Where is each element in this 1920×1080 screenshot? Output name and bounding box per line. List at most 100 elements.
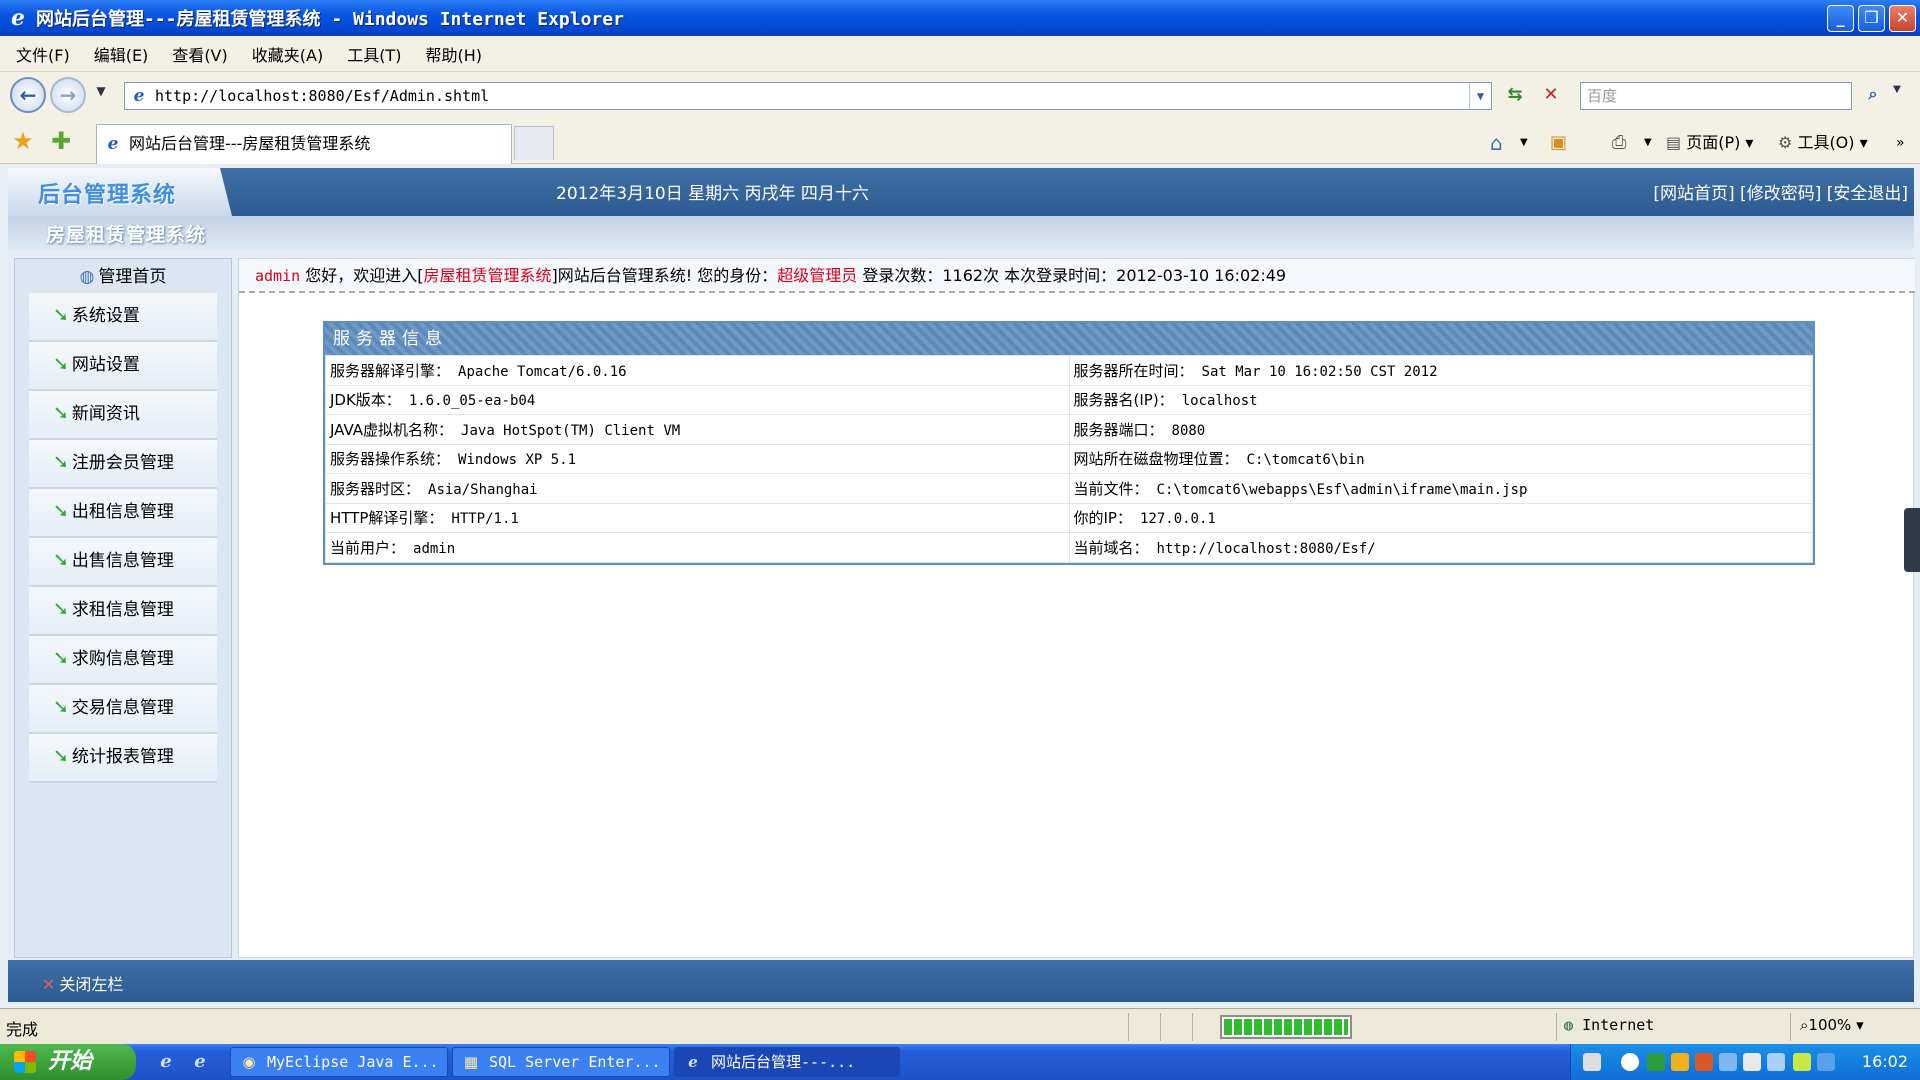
sidebar-item-news[interactable]: ➘ 新闻资讯: [29, 391, 217, 440]
date-display: 2012年3月10日 星期六 丙戌年 四月十六: [556, 184, 869, 204]
sidebar-item-reports[interactable]: ➘ 统计报表管理: [29, 734, 217, 783]
tray-shield-icon[interactable]: [1817, 1053, 1835, 1071]
tray-app1-icon[interactable]: [1647, 1053, 1665, 1071]
tab-title: 网站后台管理---房屋租赁管理系统: [129, 134, 371, 153]
myeclipse-icon: ◉: [242, 1053, 256, 1071]
bottom-bar: ✕ 关闭左栏: [8, 960, 1914, 1002]
sidebar-item-rent-out[interactable]: ➘ 出租信息管理: [29, 489, 217, 538]
add-favorites-icon[interactable]: ✚: [48, 128, 74, 154]
tab-bar: ★ ✚ e 网站后台管理---房屋租赁管理系统 ⌂ ▼ ▣ ⎙ ▼ ▤ 页面(P…: [0, 120, 1920, 164]
start-button[interactable]: 开始: [0, 1044, 136, 1080]
more-commands-icon[interactable]: »: [1896, 130, 1905, 156]
task-myeclipse[interactable]: ◉ MyEclipse Java E...: [230, 1047, 448, 1077]
page-menu[interactable]: ▤ 页面(P) ▾: [1666, 130, 1753, 156]
info-label: JDK版本：: [330, 391, 401, 410]
info-label: 当前用户：: [330, 538, 406, 557]
sidebar-item-site-settings[interactable]: ➘ 网站设置: [29, 342, 217, 391]
close-icon: ✕: [42, 975, 56, 994]
sidebar-item-seek-buy[interactable]: ➘ 求购信息管理: [29, 636, 217, 685]
table-cell: 网站所在磁盘物理位置： C:\tomcat6\bin: [1068, 443, 1813, 474]
arrow-icon: ➘: [53, 451, 69, 473]
home-icon[interactable]: ⌂: [1490, 130, 1503, 156]
side-panel-toggle[interactable]: [1904, 508, 1920, 572]
feeds-icon[interactable]: ▣: [1550, 130, 1567, 156]
table-cell: 服务器所在时间： Sat Mar 10 16:02:50 CST 2012: [1068, 355, 1813, 386]
progress-bar: [1220, 1015, 1352, 1039]
menu-edit[interactable]: 编辑(E): [94, 42, 149, 66]
sidebar-item-sale[interactable]: ➘ 出售信息管理: [29, 538, 217, 587]
welcome-text-2: ]网站后台管理系统! 您的身份：: [551, 266, 778, 285]
favorites-star-icon[interactable]: ★: [10, 128, 36, 154]
address-input[interactable]: e http://localhost:8080/Esf/Admin.shtml …: [124, 82, 1492, 110]
close-button[interactable]: ✕: [1889, 5, 1916, 32]
task-label: 网站后台管理---...: [711, 1053, 856, 1071]
stop-icon[interactable]: ✕: [1538, 84, 1564, 110]
table-cell: 服务器名(IP)： localhost: [1068, 384, 1813, 415]
sidebar-item-seek-rent[interactable]: ➘ 求租信息管理: [29, 587, 217, 636]
sidebar-item-members[interactable]: ➘ 注册会员管理: [29, 440, 217, 489]
info-value: http://localhost:8080/Esf/: [1156, 540, 1376, 557]
menu-file[interactable]: 文件(F): [16, 42, 70, 66]
task-sqlserver[interactable]: ▦ SQL Server Enter...: [452, 1047, 670, 1077]
welcome-bar: admin 您好，欢迎进入[房屋租赁管理系统]网站后台管理系统! 您的身份：超级…: [239, 259, 1915, 293]
info-label: 服务器操作系统：: [330, 450, 451, 469]
print-icon[interactable]: ⎙: [1612, 130, 1626, 156]
info-label: 服务器所在时间：: [1073, 361, 1194, 380]
tray-arrow-icon[interactable]: [1621, 1053, 1639, 1071]
tools-menu[interactable]: ⚙ 工具(O) ▾: [1778, 130, 1868, 156]
sidebar-item-transactions[interactable]: ➘ 交易信息管理: [29, 685, 217, 734]
security-zone[interactable]: ◍ Internet: [1564, 1016, 1654, 1034]
logo-block: 后台管理系统: [8, 168, 232, 216]
back-icon[interactable]: ←: [10, 77, 46, 113]
sidebar-item-label: 新闻资讯: [71, 404, 140, 424]
menu-view[interactable]: 查看(V): [172, 42, 227, 66]
tray-app4-icon[interactable]: [1767, 1053, 1785, 1071]
tray-qq-icon[interactable]: [1671, 1053, 1689, 1071]
sidebar-home[interactable]: ◍ 管理首页: [15, 259, 231, 291]
top-links[interactable]: [网站首页] [修改密码] [安全退出]: [1653, 179, 1908, 204]
menu-help[interactable]: 帮助(H): [425, 42, 482, 66]
menu-favorites[interactable]: 收藏夹(A): [252, 42, 323, 66]
table-row: 服务器操作系统： Windows XP 5.1 网站所在磁盘物理位置： C:\tomc…: [325, 443, 1813, 474]
info-label: 当前文件：: [1073, 479, 1149, 498]
restore-button[interactable]: ❐: [1858, 5, 1885, 32]
close-left-panel-button[interactable]: ✕ 关闭左栏: [42, 971, 123, 995]
tray-app2-icon[interactable]: [1695, 1053, 1713, 1071]
address-url: http://localhost:8080/Esf/Admin.shtml: [155, 87, 490, 105]
tray-network-icon[interactable]: [1719, 1053, 1737, 1071]
task-ie[interactable]: e 网站后台管理---...: [674, 1047, 900, 1077]
close-left-label: 关闭左栏: [59, 975, 124, 994]
menu-tools[interactable]: 工具(T): [347, 42, 401, 66]
sidebar-item-label: 求购信息管理: [71, 649, 174, 669]
windows-flag-icon: [14, 1051, 36, 1073]
quicklaunch-ie-icon[interactable]: e: [154, 1050, 178, 1074]
search-input[interactable]: 百度: [1580, 82, 1852, 110]
new-tab-button[interactable]: [514, 126, 554, 160]
home-dropdown-icon[interactable]: ▼: [1520, 130, 1528, 156]
sidebar-item-label: 统计报表管理: [71, 747, 174, 767]
search-options-icon[interactable]: ▼: [1884, 84, 1910, 110]
table-cell: 当前域名： http://localhost:8080/Esf/: [1068, 532, 1813, 563]
zoom-level[interactable]: ⌕100% ▾: [1800, 1016, 1864, 1034]
minimize-button[interactable]: _: [1827, 5, 1854, 32]
forward-icon[interactable]: →: [50, 77, 86, 113]
tray-app3-icon[interactable]: [1743, 1053, 1761, 1071]
search-icon[interactable]: ⌕: [1860, 84, 1886, 110]
info-value: C:\tomcat6\bin: [1246, 452, 1365, 469]
sidebar-item-system-settings[interactable]: ➘ 系统设置: [29, 293, 217, 342]
address-dropdown-icon[interactable]: ▼: [1469, 83, 1491, 109]
keyboard-icon[interactable]: [1583, 1053, 1601, 1071]
address-toolbar: ← → ▼ e http://localhost:8080/Esf/Admin.…: [0, 72, 1920, 120]
print-dropdown-icon[interactable]: ▼: [1644, 130, 1652, 156]
start-label: 开始: [48, 1049, 93, 1074]
tray-app5-icon[interactable]: [1793, 1053, 1811, 1071]
history-dropdown-icon[interactable]: ▼: [88, 84, 114, 110]
tab-current[interactable]: e 网站后台管理---房屋租赁管理系统: [96, 124, 512, 164]
info-value: 8080: [1171, 422, 1206, 439]
window-titlebar: e 网站后台管理---房屋租赁管理系统 - Windows Internet E…: [0, 0, 1920, 36]
info-label: 服务器端口：: [1073, 420, 1164, 439]
quicklaunch-ie2-icon[interactable]: e: [188, 1050, 212, 1074]
arrow-icon: ➘: [53, 402, 69, 424]
refresh-icon[interactable]: ⇆: [1502, 84, 1528, 110]
taskbar: 开始 e e ◉ MyEclipse Java E... ▦ SQL Server …: [0, 1044, 1920, 1080]
